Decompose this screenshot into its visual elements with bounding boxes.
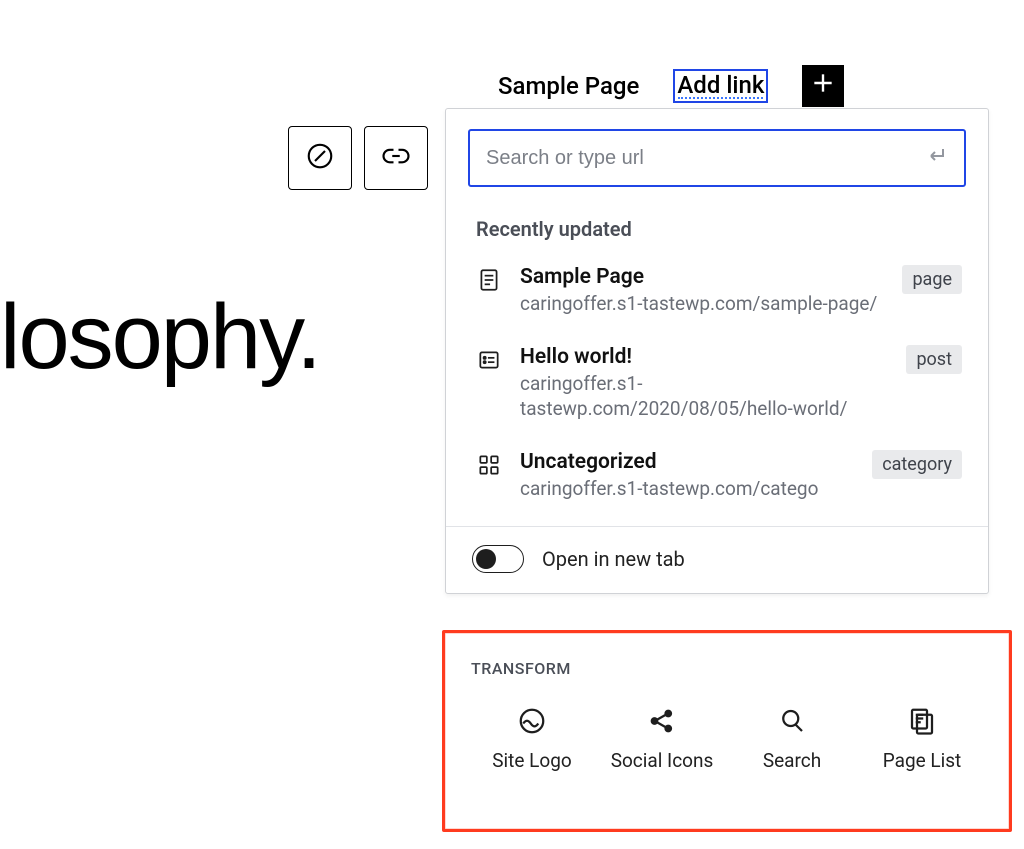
result-title: Hello world! xyxy=(520,345,890,369)
nav-row: Sample Page Add link xyxy=(498,65,844,107)
result-item[interactable]: Uncategorized caringoffer.s1-tastewp.com… xyxy=(446,440,988,520)
toolbar-link-button[interactable] xyxy=(364,126,428,190)
result-url: caringoffer.s1-tastewp.com/2020/08/05/he… xyxy=(520,371,890,422)
result-item[interactable]: Hello world! caringoffer.s1-tastewp.com/… xyxy=(446,335,988,440)
add-block-button[interactable] xyxy=(802,65,844,107)
compass-icon xyxy=(305,141,335,175)
link-icon xyxy=(381,141,411,175)
category-icon xyxy=(476,452,504,482)
enter-icon xyxy=(926,144,950,172)
block-toolbar xyxy=(288,126,428,190)
transform-social-icons[interactable]: Social Icons xyxy=(607,704,717,773)
transform-item-label: Social Icons xyxy=(611,750,714,773)
result-url: caringoffer.s1-tastewp.com/catego xyxy=(520,476,856,502)
transform-section-highlight: TRANSFORM Site Logo Social Icons Search xyxy=(442,630,1012,832)
result-item[interactable]: Sample Page caringoffer.s1-tastewp.com/s… xyxy=(446,255,988,335)
result-type-badge: category xyxy=(872,450,962,479)
result-title: Uncategorized xyxy=(520,450,856,474)
toolbar-explore-button[interactable] xyxy=(288,126,352,190)
post-icon xyxy=(476,347,504,377)
transform-page-list[interactable]: Page List xyxy=(867,704,977,773)
search-box xyxy=(468,129,966,187)
result-url: caringoffer.s1-tastewp.com/sample-page/ xyxy=(520,291,886,317)
result-type-badge: post xyxy=(906,345,962,374)
search-icon xyxy=(775,704,809,738)
transform-item-label: Page List xyxy=(883,750,962,773)
result-type-badge: page xyxy=(902,265,962,294)
link-popover: Recently updated Sample Page caringoffer… xyxy=(445,108,989,594)
nav-item-add-link[interactable]: Add link xyxy=(673,69,768,103)
open-new-tab-toggle[interactable] xyxy=(472,545,524,573)
transform-item-label: Site Logo xyxy=(492,750,571,773)
open-new-tab-row: Open in new tab xyxy=(446,527,988,593)
transform-site-logo[interactable]: Site Logo xyxy=(477,704,587,773)
result-title: Sample Page xyxy=(520,265,886,289)
transform-heading: TRANSFORM xyxy=(471,659,983,678)
open-new-tab-label: Open in new tab xyxy=(542,547,685,571)
nav-item-sample-page[interactable]: Sample Page xyxy=(498,72,639,100)
transform-search[interactable]: Search xyxy=(737,704,847,773)
recently-updated-label: Recently updated xyxy=(446,187,988,255)
page-heading-fragment: losophy. xyxy=(0,285,320,390)
plus-icon xyxy=(810,70,836,102)
page-icon xyxy=(476,267,504,297)
page-list-icon xyxy=(905,704,939,738)
link-search-input[interactable] xyxy=(484,146,926,171)
transform-item-label: Search xyxy=(763,750,821,773)
transform-items: Site Logo Social Icons Search Page List xyxy=(471,704,983,773)
share-icon xyxy=(645,704,679,738)
site-logo-icon xyxy=(515,704,549,738)
